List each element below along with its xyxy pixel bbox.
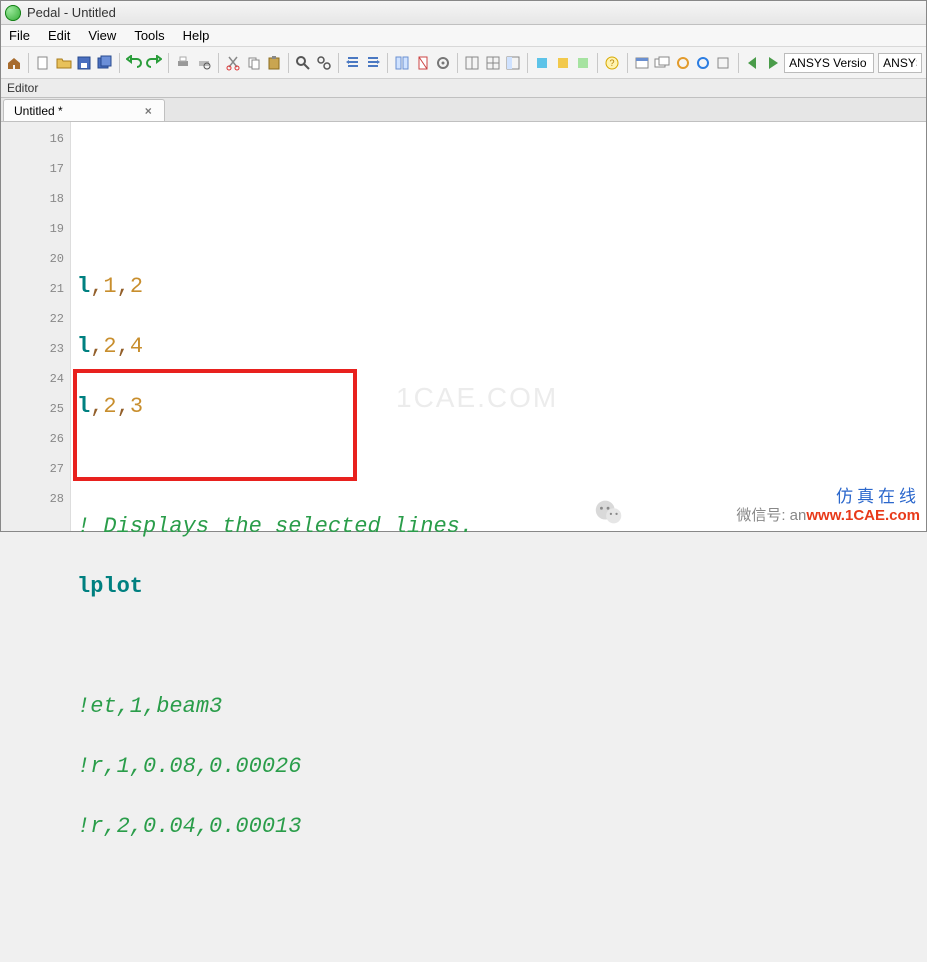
wechat-icon	[592, 495, 626, 529]
app-icon	[5, 5, 21, 21]
side-button[interactable]	[504, 52, 522, 74]
new-button[interactable]	[34, 52, 52, 74]
menu-bar: File Edit View Tools Help	[1, 25, 926, 47]
save-button[interactable]	[75, 52, 93, 74]
version-field[interactable]	[784, 53, 874, 73]
line-number: 17	[1, 154, 70, 184]
line-number-gutter: 16 17 18 19 20 21 22 23 24 25 26 27 28	[1, 122, 71, 531]
line-number: 28	[1, 484, 70, 514]
find-button[interactable]	[294, 52, 312, 74]
line-number: 16	[1, 124, 70, 154]
run-button[interactable]	[764, 52, 782, 74]
version-short-field[interactable]	[878, 53, 922, 73]
grid-button[interactable]	[484, 52, 502, 74]
line-number: 21	[1, 274, 70, 304]
paste-button[interactable]	[265, 52, 283, 74]
toolbar: ?	[1, 47, 926, 79]
cut-button[interactable]	[224, 52, 242, 74]
menu-file[interactable]: File	[9, 28, 30, 43]
home-button[interactable]	[5, 52, 23, 74]
menu-view[interactable]: View	[88, 28, 116, 43]
indent-left-button[interactable]	[344, 52, 362, 74]
code-area[interactable]: l,1,2 l,2,4 l,2,3 ! Displays the selecte…	[71, 122, 926, 531]
configure-button[interactable]	[434, 52, 452, 74]
title-bar: Pedal - Untitled	[1, 1, 926, 25]
layout-button[interactable]	[393, 52, 411, 74]
help-button[interactable]: ?	[603, 52, 621, 74]
tool-b-button[interactable]	[694, 52, 712, 74]
print-button[interactable]	[174, 52, 192, 74]
tool-c-button[interactable]	[714, 52, 732, 74]
line-number: 23	[1, 334, 70, 364]
menu-tools[interactable]: Tools	[134, 28, 164, 43]
line-number: 26	[1, 424, 70, 454]
line-number: 18	[1, 184, 70, 214]
line-number: 19	[1, 214, 70, 244]
toggle-2-button[interactable]	[554, 52, 572, 74]
window-title: Pedal - Untitled	[27, 5, 116, 20]
line-number: 22	[1, 304, 70, 334]
line-number: 20	[1, 244, 70, 274]
save-all-button[interactable]	[95, 52, 113, 74]
tab-label: Untitled *	[14, 104, 63, 118]
undo-button[interactable]	[125, 52, 143, 74]
indent-right-button[interactable]	[364, 52, 382, 74]
replace-button[interactable]	[314, 52, 332, 74]
print-preview-button[interactable]	[195, 52, 213, 74]
line-number: 24	[1, 364, 70, 394]
copy-button[interactable]	[244, 52, 262, 74]
tool-a-button[interactable]	[673, 52, 691, 74]
redo-button[interactable]	[145, 52, 163, 74]
line-number: 27	[1, 454, 70, 484]
menu-edit[interactable]: Edit	[48, 28, 70, 43]
svg-text:?: ?	[610, 58, 615, 68]
tab-close-icon[interactable]: ×	[143, 105, 154, 117]
editor-area[interactable]: 16 17 18 19 20 21 22 23 24 25 26 27 28 l…	[1, 122, 926, 531]
editor-panel-label: Editor	[1, 79, 926, 98]
split-button[interactable]	[463, 52, 481, 74]
window-button[interactable]	[633, 52, 651, 74]
toggle-1-button[interactable]	[533, 52, 551, 74]
open-button[interactable]	[55, 52, 73, 74]
window-dup-button[interactable]	[653, 52, 671, 74]
menu-help[interactable]: Help	[183, 28, 210, 43]
prev-button[interactable]	[743, 52, 761, 74]
tab-bar: Untitled * ×	[1, 98, 926, 122]
toggle-3-button[interactable]	[574, 52, 592, 74]
document-tab[interactable]: Untitled * ×	[3, 99, 165, 121]
line-number: 25	[1, 394, 70, 424]
clear-button[interactable]	[414, 52, 432, 74]
